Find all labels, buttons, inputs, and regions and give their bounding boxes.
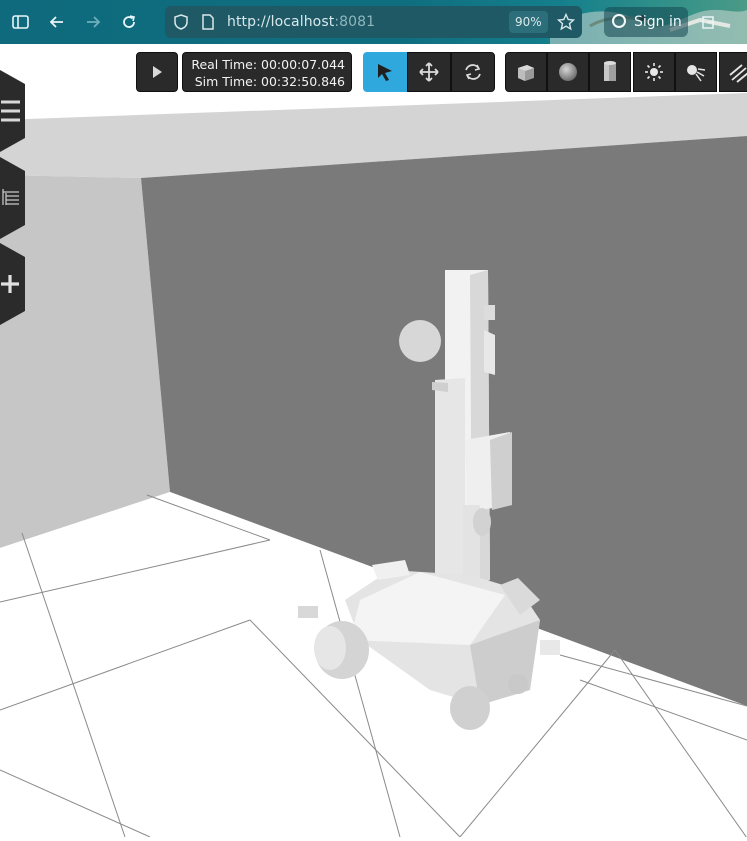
sim-time-label: Sim Time: 00:32:50.846 — [194, 74, 345, 89]
back-icon[interactable] — [45, 10, 69, 34]
point-light-icon — [645, 63, 663, 81]
point-light-button[interactable] — [633, 52, 675, 92]
translate-icon — [419, 62, 439, 82]
browser-toolbar: http://localhost:8081 90% Sign in — [0, 0, 747, 44]
forward-icon[interactable] — [81, 10, 105, 34]
shield-icon — [174, 14, 188, 30]
sphere-icon — [559, 63, 577, 81]
url-host: http://localhost — [227, 14, 335, 30]
menu-tab[interactable] — [0, 70, 25, 152]
rotate-mode-button[interactable] — [451, 52, 495, 92]
play-icon — [153, 66, 162, 78]
sign-in-label: Sign in — [634, 14, 682, 30]
cylinder-icon — [604, 61, 616, 81]
rotate-icon — [465, 64, 481, 80]
select-arrow-icon — [378, 64, 392, 81]
insert-box-button[interactable] — [505, 52, 547, 92]
box-icon — [518, 65, 534, 81]
insert-cylinder-button[interactable] — [589, 52, 631, 92]
reload-icon[interactable] — [117, 10, 141, 34]
url-text[interactable]: http://localhost:8081 — [227, 14, 375, 30]
directional-light-icon — [729, 64, 747, 83]
translate-mode-button[interactable] — [407, 52, 451, 92]
directional-light-button[interactable] — [719, 52, 747, 92]
sidebar-toggle-icon[interactable] — [9, 10, 33, 34]
time-display: Real Time: 00:00:07.044 Sim Time: 00:32:… — [182, 52, 352, 92]
sign-in-button[interactable]: Sign in — [604, 7, 688, 37]
spot-light-button[interactable] — [675, 52, 717, 92]
account-icon — [612, 14, 626, 28]
zoom-level-badge[interactable]: 90% — [509, 11, 548, 33]
scene-render — [0, 93, 747, 839]
play-button[interactable] — [136, 52, 178, 92]
url-port: :8081 — [334, 14, 376, 30]
spot-light-icon — [687, 65, 706, 82]
model-tree-tab[interactable] — [0, 157, 25, 239]
address-bar[interactable]: http://localhost:8081 90% — [165, 6, 582, 38]
select-mode-button[interactable] — [363, 52, 407, 92]
insert-tab[interactable] — [0, 243, 25, 325]
extensions-icon[interactable] — [697, 10, 721, 34]
insert-sphere-button[interactable] — [547, 52, 589, 92]
bookmark-star-icon[interactable] — [557, 13, 575, 31]
real-time-label: Real Time: 00:00:07.044 — [191, 57, 345, 72]
3d-viewport[interactable] — [0, 44, 747, 839]
page-icon — [202, 14, 214, 30]
